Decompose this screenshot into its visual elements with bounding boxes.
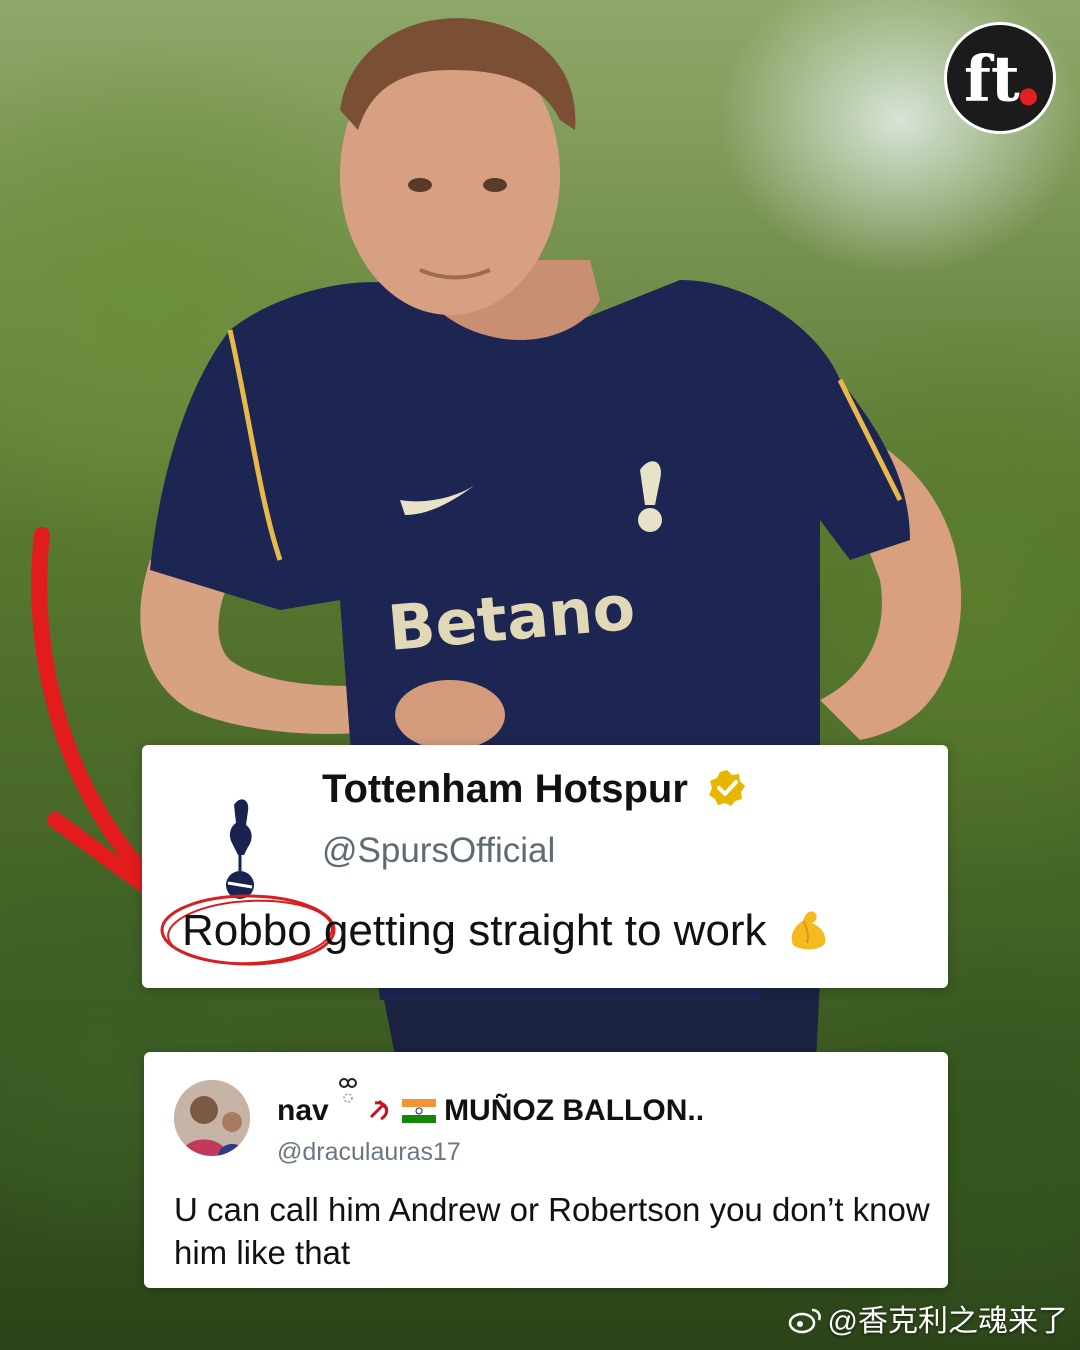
post-text: Robbo getting straight to work xyxy=(182,905,833,956)
account-handle[interactable]: @SpursOfficial xyxy=(322,831,555,871)
ft-logo-icon: ft xyxy=(964,42,1037,116)
verified-badge-icon xyxy=(709,770,746,806)
hammer-sickle-icon xyxy=(370,1099,389,1121)
reply-account-name[interactable]: nav MUÑOZ BALLON.. xyxy=(277,1076,704,1128)
reply-text: U can call him Andrew or Robertson you d… xyxy=(174,1191,930,1271)
reply-handle[interactable]: @draculauras17 xyxy=(277,1138,461,1167)
spurs-cockerel-icon xyxy=(226,799,254,899)
ribbon-icon xyxy=(339,1078,358,1103)
brand-logo: ft xyxy=(944,22,1056,134)
post-text-highlight: Robbo xyxy=(182,906,312,955)
avatar[interactable] xyxy=(174,1080,250,1156)
weibo-icon xyxy=(788,1308,821,1334)
flexed-biceps-icon xyxy=(791,911,826,950)
svg-text:ft: ft xyxy=(964,42,1020,116)
reply-card[interactable]: nav MUÑOZ BALLON.. @draculauras17 U can … xyxy=(144,1052,948,1288)
post-text-rest: getting straight to work xyxy=(311,906,767,955)
weibo-watermark: @香克利之魂来了 xyxy=(788,1296,1068,1340)
account-name[interactable]: Tottenham Hotspur xyxy=(322,767,747,812)
post-card[interactable]: Tottenham Hotspur @SpursOfficial Robbo g… xyxy=(142,745,948,988)
india-flag-icon xyxy=(401,1099,436,1123)
